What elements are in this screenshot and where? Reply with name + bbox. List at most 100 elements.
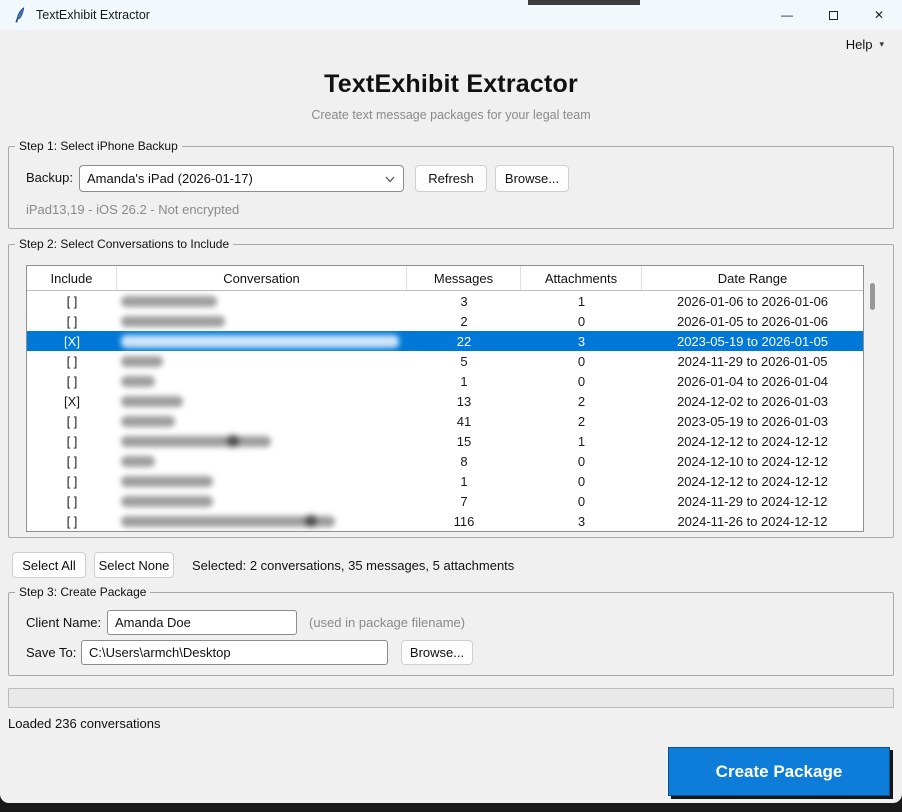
include-checkbox[interactable]: [ ] (27, 491, 117, 511)
table-scrollbar-thumb[interactable] (870, 283, 875, 310)
conversation-name-redacted (117, 371, 407, 391)
maximize-icon (828, 10, 838, 20)
attachments-count: 1 (577, 293, 586, 309)
save-to-value: C:\Users\armch\Desktop (89, 645, 231, 660)
messages-count: 22 (456, 333, 472, 349)
menu-bar: Help ▾ (0, 30, 902, 58)
help-menu[interactable]: Help ▾ (838, 34, 892, 55)
date-range: 2023-05-19 to 2026-01-03 (676, 413, 829, 429)
create-package-button[interactable]: Create Package (668, 747, 890, 796)
attachments-count: 0 (577, 493, 586, 509)
backup-combobox[interactable]: Amanda's iPad (2026-01-17) (79, 165, 404, 192)
attachments-count: 2 (577, 393, 586, 409)
table-row[interactable]: [ ] 1 0 2024-12-12 to 2024-12-12 (27, 471, 863, 491)
column-header-date-range[interactable]: Date Range (642, 266, 863, 290)
date-range: 2024-12-10 to 2024-12-12 (676, 453, 829, 469)
window-title: TextExhibit Extractor (36, 8, 150, 22)
step2-legend: Step 2: Select Conversations to Include (15, 237, 234, 251)
column-header-attachments[interactable]: Attachments (521, 266, 642, 290)
conversation-name-redacted (117, 331, 407, 351)
attachments-count: 0 (577, 313, 586, 329)
date-range: 2024-11-29 to 2024-12-12 (677, 493, 828, 509)
progress-bar (8, 688, 894, 708)
include-checkbox[interactable]: [X] (27, 331, 117, 351)
maximize-button[interactable] (810, 0, 856, 30)
table-row[interactable]: [ ] 1 0 2026-01-04 to 2026-01-04 (27, 371, 863, 391)
messages-count: 5 (460, 353, 468, 369)
include-checkbox[interactable]: [ ] (27, 291, 117, 311)
messages-count: 41 (456, 413, 472, 429)
date-range: 2024-12-02 to 2026-01-03 (676, 393, 829, 409)
attachments-count: 3 (577, 513, 586, 529)
include-checkbox[interactable]: [ ] (27, 511, 117, 531)
table-row[interactable]: [ ] 8 0 2024-12-10 to 2024-12-12 (27, 451, 863, 471)
messages-count: 1 (460, 473, 468, 489)
page-subtitle: Create text message packages for your le… (311, 108, 591, 122)
attachments-count: 0 (577, 453, 586, 469)
client-name-field[interactable]: Amanda Doe (107, 610, 297, 635)
include-checkbox[interactable]: [ ] (27, 471, 117, 491)
include-checkbox[interactable]: [ ] (27, 411, 117, 431)
table-row[interactable]: [ ] 116 3 2024-11-26 to 2024-12-12 (27, 511, 863, 531)
close-button[interactable]: ✕ (856, 0, 902, 30)
conversation-name-redacted (117, 311, 407, 331)
attachments-count: 0 (577, 353, 586, 369)
date-range: 2023-05-19 to 2026-01-05 (676, 333, 829, 349)
conversation-name-redacted (117, 391, 407, 411)
selection-summary: Selected: 2 conversations, 35 messages, … (192, 558, 515, 573)
table-row[interactable]: [X] 13 2 2024-12-02 to 2026-01-03 (27, 391, 863, 411)
column-header-include[interactable]: Include (27, 266, 117, 290)
date-range: 2026-01-06 to 2026-01-06 (676, 293, 829, 309)
step3-legend: Step 3: Create Package (15, 585, 151, 599)
table-row[interactable]: [ ] 5 0 2024-11-29 to 2026-01-05 (27, 351, 863, 371)
save-to-label: Save To: (26, 645, 77, 660)
table-row[interactable]: [ ] 41 2 2023-05-19 to 2026-01-03 (27, 411, 863, 431)
messages-count: 15 (456, 433, 472, 449)
chevron-down-icon: ▾ (879, 38, 884, 49)
messages-count: 7 (460, 493, 468, 509)
select-none-button[interactable]: Select None (94, 552, 174, 578)
include-checkbox[interactable]: [ ] (27, 431, 117, 451)
table-row[interactable]: [ ] 3 1 2026-01-06 to 2026-01-06 (27, 291, 863, 311)
page-title: TextExhibit Extractor (324, 70, 578, 98)
select-all-button[interactable]: Select All (12, 552, 86, 578)
include-checkbox[interactable]: [X] (27, 391, 117, 411)
device-info: iPad13,19 - iOS 26.2 - Not encrypted (26, 202, 240, 217)
app-window: TextExhibit Extractor — ✕ Help ▾ TextExh… (0, 0, 902, 803)
table-row[interactable]: [ ] 2 0 2026-01-05 to 2026-01-06 (27, 311, 863, 331)
attachments-count: 3 (577, 333, 586, 349)
table-row[interactable]: [X] 22 3 2023-05-19 to 2026-01-05 (27, 331, 863, 351)
browse-save-button[interactable]: Browse... (401, 640, 473, 665)
conversation-name-redacted (117, 291, 407, 311)
title-bar[interactable]: TextExhibit Extractor — ✕ (0, 0, 902, 30)
redacted-emoji-dot (305, 514, 317, 527)
include-checkbox[interactable]: [ ] (27, 371, 117, 391)
messages-count: 116 (453, 513, 475, 529)
conversation-table-body: [ ] 3 1 2026-01-06 to 2026-01-06 [ ] 2 0 2026-0… (27, 291, 863, 531)
messages-count: 13 (456, 393, 472, 409)
conversation-name-redacted (117, 471, 407, 491)
column-header-messages[interactable]: Messages (407, 266, 521, 290)
date-range: 2026-01-04 to 2026-01-04 (676, 373, 829, 389)
include-checkbox[interactable]: [ ] (27, 311, 117, 331)
client-name-value: Amanda Doe (115, 615, 191, 630)
backup-combobox-value: Amanda's iPad (2026-01-17) (87, 171, 253, 186)
date-range: 2024-11-26 to 2024-12-12 (677, 513, 828, 529)
step1-legend: Step 1: Select iPhone Backup (15, 139, 182, 153)
save-to-field[interactable]: C:\Users\armch\Desktop (81, 640, 388, 665)
step1-frame: Step 1: Select iPhone Backup Backup: Ama… (8, 139, 894, 229)
conversation-name-redacted (117, 451, 407, 471)
messages-count: 3 (460, 293, 468, 309)
background-window-edge (528, 0, 640, 5)
column-header-conversation[interactable]: Conversation (117, 266, 407, 290)
table-row[interactable]: [ ] 7 0 2024-11-29 to 2024-12-12 (27, 491, 863, 511)
minimize-button[interactable]: — (764, 0, 810, 30)
include-checkbox[interactable]: [ ] (27, 451, 117, 471)
step2-frame: Step 2: Select Conversations to Include … (8, 237, 894, 538)
table-row[interactable]: [ ] 15 1 2024-12-12 to 2024-12-12 (27, 431, 863, 451)
refresh-button[interactable]: Refresh (415, 165, 487, 192)
messages-count: 8 (460, 453, 468, 469)
conversation-table: Include Conversation Messages Attachment… (26, 265, 864, 532)
include-checkbox[interactable]: [ ] (27, 351, 117, 371)
browse-backup-button[interactable]: Browse... (495, 165, 569, 192)
